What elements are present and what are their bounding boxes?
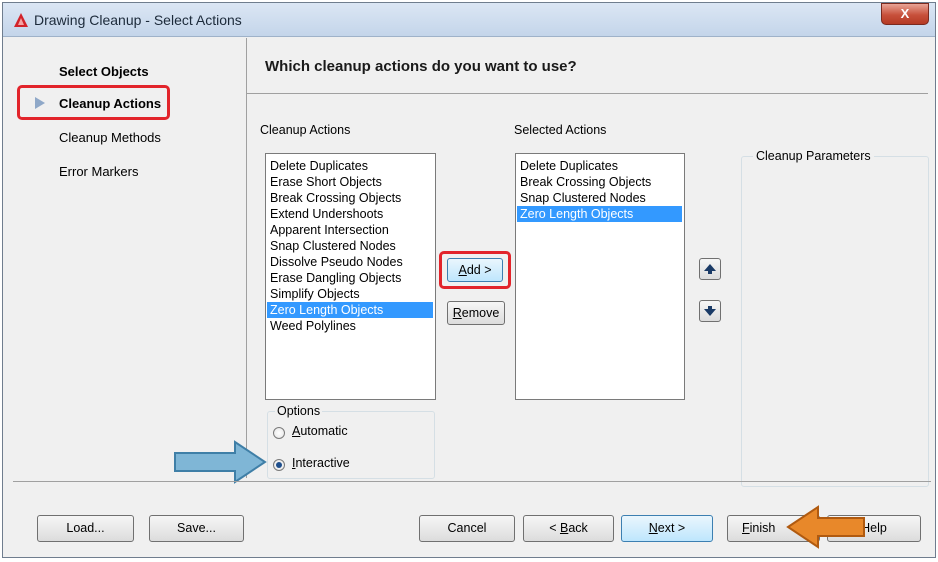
interactive-radio[interactable] bbox=[273, 459, 285, 471]
back-button[interactable]: < Back bbox=[523, 515, 614, 542]
cleanup-parameters-label: Cleanup Parameters bbox=[753, 149, 874, 163]
save-button[interactable]: Save... bbox=[149, 515, 244, 542]
list-item-selected[interactable]: Zero Length Objects bbox=[517, 206, 682, 222]
list-item[interactable]: Delete Duplicates bbox=[270, 158, 368, 174]
arrow-down-icon bbox=[704, 306, 716, 316]
title-bar[interactable]: Drawing Cleanup - Select Actions X bbox=[3, 3, 935, 37]
selected-actions-label: Selected Actions bbox=[514, 123, 607, 137]
list-item[interactable]: Erase Dangling Objects bbox=[270, 270, 401, 286]
arrow-up-icon bbox=[704, 264, 716, 274]
list-item[interactable]: Delete Duplicates bbox=[520, 158, 618, 174]
footer-divider bbox=[13, 481, 931, 482]
move-up-button[interactable] bbox=[699, 258, 721, 280]
list-item[interactable]: Weed Polylines bbox=[270, 318, 356, 334]
list-item[interactable]: Apparent Intersection bbox=[270, 222, 389, 238]
wizard-nav: Select Objects Cleanup Actions Cleanup M… bbox=[13, 38, 246, 478]
highlight-box-add bbox=[439, 251, 511, 289]
page-title: Which cleanup actions do you want to use… bbox=[265, 58, 577, 75]
highlight-box-nav bbox=[17, 85, 170, 120]
close-icon: X bbox=[900, 6, 910, 21]
load-button[interactable]: Load... bbox=[37, 515, 134, 542]
list-item-selected[interactable]: Zero Length Objects bbox=[267, 302, 433, 318]
list-item[interactable]: Extend Undershoots bbox=[270, 206, 383, 222]
close-button[interactable]: X bbox=[881, 3, 929, 25]
nav-item-error-markers[interactable]: Error Markers bbox=[59, 164, 138, 179]
cancel-button[interactable]: Cancel bbox=[419, 515, 515, 542]
list-item[interactable]: Break Crossing Objects bbox=[270, 190, 401, 206]
next-button[interactable]: Next > bbox=[621, 515, 713, 542]
cleanup-parameters-group bbox=[741, 156, 929, 487]
list-item[interactable]: Snap Clustered Nodes bbox=[520, 190, 646, 206]
autocad-logo-icon bbox=[14, 13, 28, 27]
window-title: Drawing Cleanup - Select Actions bbox=[34, 12, 242, 28]
list-item[interactable]: Break Crossing Objects bbox=[520, 174, 651, 190]
options-label: Options bbox=[275, 404, 323, 418]
list-item[interactable]: Simplify Objects bbox=[270, 286, 360, 302]
nav-divider bbox=[246, 38, 247, 478]
automatic-radio[interactable] bbox=[273, 427, 285, 439]
cleanup-dialog: Drawing Cleanup - Select Actions X Selec… bbox=[2, 2, 936, 558]
remove-button[interactable]: Remove bbox=[447, 301, 505, 325]
list-item[interactable]: Dissolve Pseudo Nodes bbox=[270, 254, 403, 270]
cleanup-actions-label: Cleanup Actions bbox=[260, 123, 351, 137]
nav-item-select-objects[interactable]: Select Objects bbox=[59, 64, 149, 79]
list-item[interactable]: Snap Clustered Nodes bbox=[270, 238, 396, 254]
interactive-radio-label[interactable]: Interactive bbox=[292, 456, 350, 470]
annotation-arrow-orange-icon bbox=[786, 505, 865, 549]
nav-item-cleanup-methods[interactable]: Cleanup Methods bbox=[59, 130, 161, 145]
header-divider bbox=[246, 93, 928, 94]
list-item[interactable]: Erase Short Objects bbox=[270, 174, 382, 190]
annotation-arrow-blue-icon bbox=[174, 440, 267, 484]
automatic-radio-label[interactable]: Automatic bbox=[292, 424, 348, 438]
move-down-button[interactable] bbox=[699, 300, 721, 322]
cleanup-actions-list[interactable]: Delete Duplicates Erase Short Objects Br… bbox=[265, 153, 436, 400]
selected-actions-list[interactable]: Delete Duplicates Break Crossing Objects… bbox=[515, 153, 685, 400]
